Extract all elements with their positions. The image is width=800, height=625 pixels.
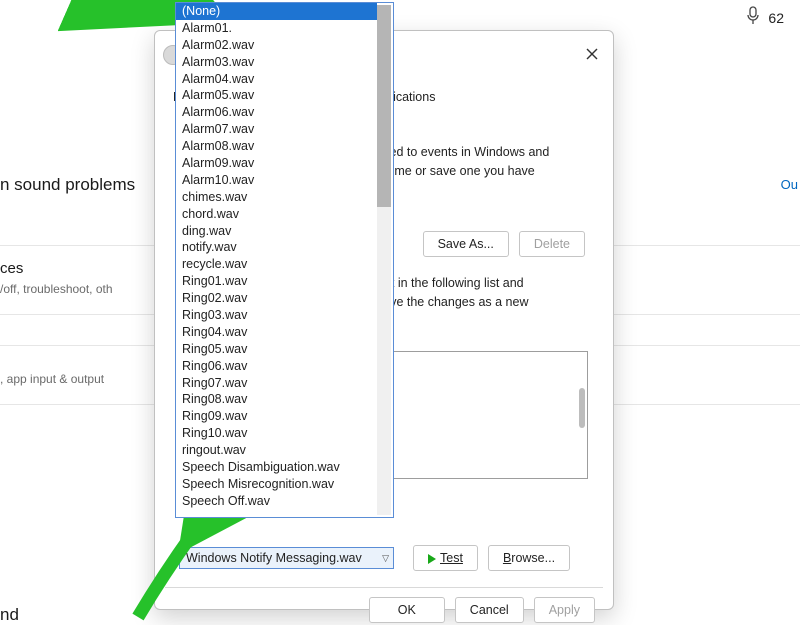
delete-button: Delete xyxy=(519,231,585,257)
dropdown-item[interactable]: Ring04.wav xyxy=(176,324,377,341)
chevron-down-icon: ▽ xyxy=(382,553,389,564)
tab-communications[interactable]: ications xyxy=(387,86,441,110)
dropdown-item[interactable]: Ring01.wav xyxy=(176,273,377,290)
dropdown-item[interactable]: Alarm02.wav xyxy=(176,37,377,54)
dropdown-item[interactable]: Speech Disambiguation.wav xyxy=(176,459,377,476)
desc-line-1a: plied to events in Windows and xyxy=(377,145,549,159)
dropdown-item[interactable]: notify.wav xyxy=(176,239,377,256)
dropdown-item[interactable]: Alarm10.wav xyxy=(176,172,377,189)
dropdown-item[interactable]: Alarm09.wav xyxy=(176,155,377,172)
bg-heading-devices: ces xyxy=(0,260,23,277)
bg-sub-app-io: , app input & output xyxy=(0,372,104,386)
browse-button[interactable]: BBrowse...rowse... xyxy=(488,545,570,571)
dropdown-item[interactable]: (None) xyxy=(176,3,377,20)
dialog-separator xyxy=(165,587,603,588)
desc-line-2b: save the changes as a new xyxy=(377,295,529,309)
top-right-count: 62 xyxy=(768,10,784,26)
close-button[interactable] xyxy=(581,43,603,65)
mic-icon[interactable] xyxy=(746,6,760,29)
save-as-button[interactable]: Save As... xyxy=(423,231,509,257)
play-icon xyxy=(428,554,436,564)
sound-file-combobox[interactable]: Windows Notify Messaging.wav ▽ xyxy=(179,547,394,569)
dropdown-item[interactable]: Ring09.wav xyxy=(176,408,377,425)
dropdown-item[interactable]: Ring10.wav xyxy=(176,425,377,442)
dropdown-item[interactable]: Ring08.wav xyxy=(176,391,377,408)
ok-button[interactable]: OK xyxy=(369,597,445,623)
dropdown-item[interactable]: chord.wav xyxy=(176,206,377,223)
sound-file-dropdown-list[interactable]: (None)Alarm01.Alarm02.wavAlarm03.wavAlar… xyxy=(175,2,394,518)
scrollbar-thumb[interactable] xyxy=(579,388,585,428)
dropdown-item[interactable]: chimes.wav xyxy=(176,189,377,206)
dropdown-item[interactable]: Alarm07.wav xyxy=(176,121,377,138)
cancel-button[interactable]: Cancel xyxy=(455,597,524,623)
dropdown-item[interactable]: Speech Misrecognition.wav xyxy=(176,476,377,493)
dropdown-item[interactable]: ringout.wav xyxy=(176,442,377,459)
bg-link-out[interactable]: Ou xyxy=(781,177,798,192)
dropdown-item[interactable]: Ring07.wav xyxy=(176,375,377,392)
bg-sub-devices: /off, troubleshoot, oth xyxy=(0,282,113,296)
bg-heading-nd: nd xyxy=(0,605,19,625)
desc-line-2a: ent in the following list and xyxy=(377,276,524,290)
bg-heading-sound-problems: n sound problems xyxy=(0,175,135,195)
dropdown-item[interactable]: Alarm06.wav xyxy=(176,104,377,121)
dropdown-item[interactable]: Ring03.wav xyxy=(176,307,377,324)
sound-file-combobox-value: Windows Notify Messaging.wav xyxy=(186,551,362,565)
dropdown-item[interactable]: Alarm01. xyxy=(176,20,377,37)
dropdown-item[interactable]: Ring02.wav xyxy=(176,290,377,307)
dropdown-item[interactable]: Alarm03.wav xyxy=(176,54,377,71)
apply-button: Apply xyxy=(534,597,595,623)
test-button[interactable]: Test xyxy=(413,545,478,571)
desc-line-1b: theme or save one you have xyxy=(377,164,535,178)
dropdown-item[interactable]: recycle.wav xyxy=(176,256,377,273)
dropdown-item[interactable]: Speech Off.wav xyxy=(176,493,377,510)
dropdown-item[interactable]: Ring06.wav xyxy=(176,358,377,375)
dropdown-scrollbar-thumb[interactable] xyxy=(377,5,391,207)
dropdown-item[interactable]: Alarm05.wav xyxy=(176,87,377,104)
dropdown-item[interactable]: Alarm08.wav xyxy=(176,138,377,155)
dropdown-item[interactable]: Alarm04.wav xyxy=(176,71,377,88)
dropdown-item[interactable]: ding.wav xyxy=(176,223,377,240)
dropdown-item[interactable]: Ring05.wav xyxy=(176,341,377,358)
